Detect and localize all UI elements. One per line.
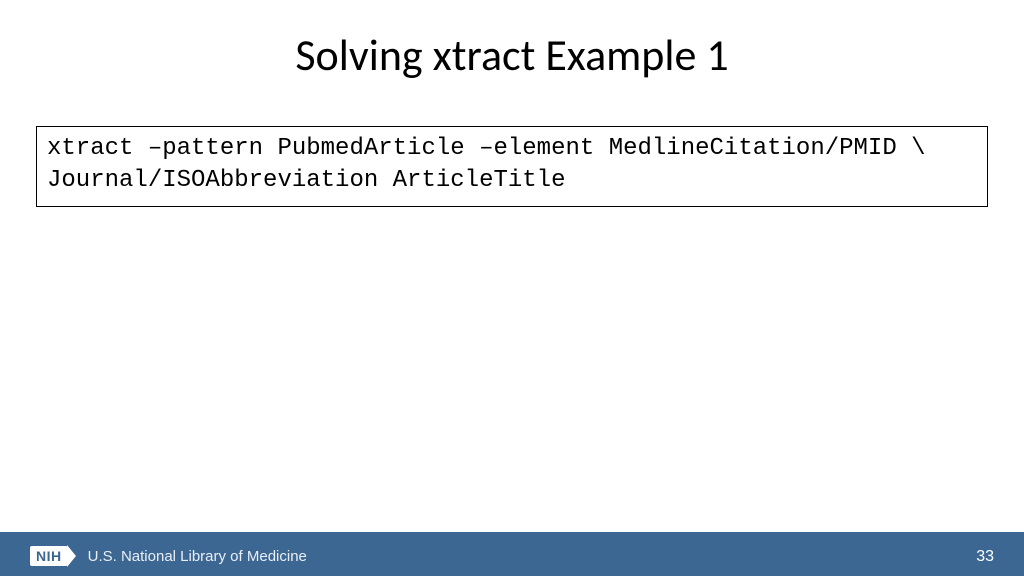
nih-badge-text: NIH <box>30 546 68 566</box>
chevron-right-icon <box>67 545 76 567</box>
footer-bar: NIH U.S. National Library of Medicine 33 <box>0 532 1024 576</box>
page-number: 33 <box>976 548 994 566</box>
slide: Solving xtract Example 1 xtract –pattern… <box>0 0 1024 576</box>
footer-inner: NIH U.S. National Library of Medicine <box>0 536 1024 576</box>
nih-logo: NIH <box>30 545 76 567</box>
footer-org-text: U.S. National Library of Medicine <box>88 548 307 565</box>
code-line-2: Journal/ISOAbbreviation ArticleTitle <box>47 165 977 197</box>
slide-title: Solving xtract Example 1 <box>0 28 1024 82</box>
code-line-1: xtract –pattern PubmedArticle –element M… <box>47 133 977 165</box>
code-box: xtract –pattern PubmedArticle –element M… <box>36 126 988 207</box>
